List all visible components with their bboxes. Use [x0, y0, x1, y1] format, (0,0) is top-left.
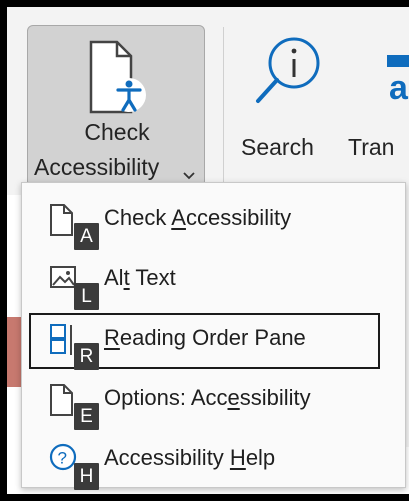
check-accessibility-label-line2: Accessibility	[34, 154, 160, 180]
menu-item-alt-text[interactable]: L Alt Text	[22, 253, 405, 310]
search-button[interactable]: Search	[235, 25, 339, 187]
menu-item-label: Check Accessibility	[104, 205, 292, 230]
check-accessibility-label-line1: Check	[84, 119, 150, 145]
keytip-l: L	[74, 283, 99, 310]
ribbon: Check Accessibility Search a Tran	[7, 7, 409, 193]
menu-item-label: Alt Text	[104, 265, 176, 290]
ribbon-separator	[223, 27, 224, 187]
translate-button[interactable]: a Tran	[347, 25, 409, 187]
document-icon	[49, 203, 75, 242]
search-icon	[252, 35, 322, 120]
menu-item-label: Accessibility Help	[104, 445, 276, 470]
svg-text:?: ?	[58, 449, 67, 468]
keytip-h: H	[74, 463, 99, 490]
check-accessibility-button[interactable]: Check Accessibility	[27, 25, 205, 187]
menu-item-reading-order-pane[interactable]: R Reading Order Pane	[22, 313, 405, 370]
keytip-e: E	[74, 403, 99, 430]
keytip-a: A	[74, 223, 99, 250]
menu-item-check-accessibility[interactable]: A Check Accessibility	[22, 193, 405, 250]
menu-item-label: Options: Accessibility	[104, 385, 311, 410]
menu-item-label: Reading Order Pane	[104, 325, 306, 350]
options-document-icon	[49, 383, 75, 422]
translate-icon: a	[387, 55, 409, 110]
check-accessibility-icon	[87, 40, 149, 119]
svg-text:a: a	[389, 69, 409, 105]
translate-label: Tran	[348, 134, 395, 160]
search-label: Search	[241, 134, 314, 160]
menu-item-accessibility-help[interactable]: ? H Accessibility Help	[22, 433, 405, 490]
check-accessibility-menu: A Check Accessibility L Alt Text R Readi…	[21, 182, 406, 490]
keytip-r: R	[74, 343, 99, 370]
menu-item-options-accessibility[interactable]: E Options: Accessibility	[22, 373, 405, 430]
